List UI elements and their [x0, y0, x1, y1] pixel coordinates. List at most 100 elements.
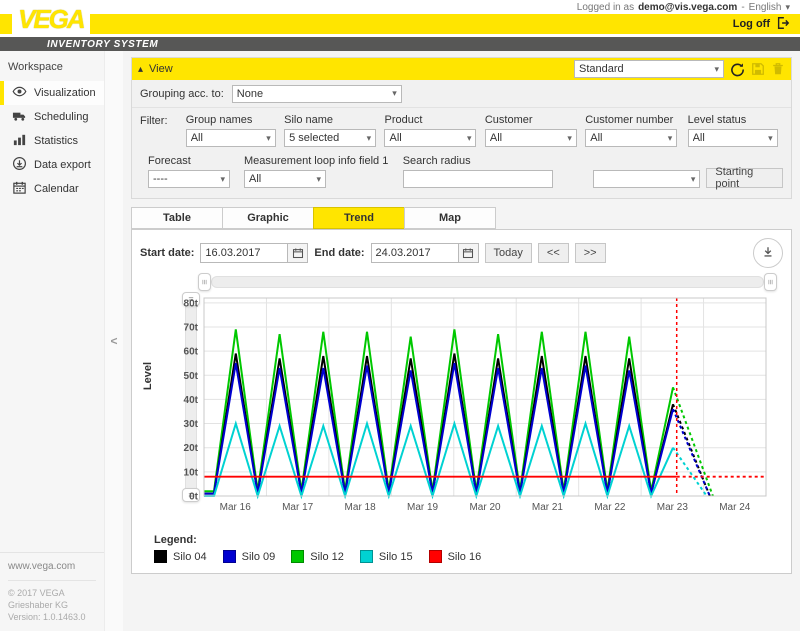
separator: - — [741, 2, 744, 13]
end-date-field — [371, 243, 479, 263]
legend-label: Silo 09 — [242, 551, 276, 563]
export-chart-button[interactable] — [753, 238, 783, 268]
legend-swatch — [360, 550, 373, 563]
save-view-icon[interactable] — [751, 62, 765, 76]
tab-table[interactable]: Table — [131, 207, 223, 229]
sidebar-item-data-export[interactable]: Data export — [0, 153, 104, 177]
sidebar-item-statistics[interactable]: Statistics — [0, 129, 104, 153]
grouping-row: Grouping acc. to: None — [132, 80, 791, 108]
svg-text:60t: 60t — [184, 347, 199, 358]
yellow-bar: Log off — [0, 14, 800, 34]
chevron-left-icon[interactable] — [110, 334, 117, 348]
sidebar-footer: www.vega.com © 2017 VEGA Grieshaber KG V… — [0, 552, 104, 631]
legend-item: Silo 04 — [154, 550, 207, 563]
date-toolbar: Start date: End date: Today << >> — [140, 238, 783, 268]
sidebar-item-calendar[interactable]: Calendar — [0, 177, 104, 201]
copyright-text: © 2017 VEGA Grieshaber KG — [8, 587, 96, 611]
svg-text:Mar 16: Mar 16 — [220, 502, 252, 513]
trend-panel: Start date: End date: Today << >> — [131, 229, 792, 574]
forecast-label: Forecast — [148, 155, 230, 167]
svg-text:50t: 50t — [184, 371, 199, 382]
customer-value: All — [490, 132, 563, 144]
prev-label: << — [547, 247, 560, 259]
radius-unit-select[interactable] — [593, 170, 701, 188]
time-range-left-handle[interactable] — [198, 273, 211, 291]
customer-number-label: Customer number — [585, 114, 687, 126]
product-value: All — [389, 132, 462, 144]
sidebar-collapse-strip[interactable] — [105, 51, 123, 631]
sidebar-item-label: Statistics — [34, 135, 78, 147]
time-range-track[interactable] — [211, 276, 764, 288]
svg-text:Mar 21: Mar 21 — [532, 502, 564, 513]
chart-legend: Legend: Silo 04Silo 09Silo 12Silo 15Silo… — [154, 534, 783, 563]
level-status-label: Level status — [688, 114, 783, 126]
tab-trend[interactable]: Trend — [313, 207, 405, 229]
svg-text:20t: 20t — [184, 443, 199, 454]
start-date-calendar-icon[interactable] — [288, 243, 308, 263]
reload-view-icon[interactable] — [730, 62, 745, 77]
start-date-field — [200, 243, 308, 263]
view-tabs: Table Graphic Trend Map — [131, 207, 792, 229]
legend-item: Silo 12 — [291, 550, 344, 563]
tab-graphic-label: Graphic — [247, 212, 289, 224]
next-period-button[interactable]: >> — [575, 243, 606, 263]
calendar-icon — [12, 180, 27, 198]
legend-label: Silo 15 — [379, 551, 413, 563]
svg-text:Mar 22: Mar 22 — [594, 502, 626, 513]
grouping-select[interactable]: None — [232, 85, 402, 103]
tab-graphic[interactable]: Graphic — [222, 207, 314, 229]
legend-swatch — [429, 550, 442, 563]
trend-chart: 0t10t20t30t40t50t60t70t80tMar 16Mar 17Ma… — [154, 294, 776, 520]
session-bar: Logged in as demo@vis.vega.com - English — [0, 0, 800, 14]
measurement-loop-select[interactable]: All — [244, 170, 326, 188]
silo-name-select[interactable]: 5 selected — [284, 129, 376, 147]
logout-icon[interactable] — [776, 16, 790, 33]
svg-text:Mar 20: Mar 20 — [469, 502, 501, 513]
group-names-select[interactable]: All — [186, 129, 276, 147]
view-panel-title: View — [149, 63, 173, 75]
filter-row-1: Filter: Group names All Silo name 5 sele… — [140, 114, 783, 147]
view-preset-value: Standard — [579, 63, 710, 75]
download-arrow-icon — [761, 245, 775, 262]
search-radius-input[interactable] — [403, 170, 553, 188]
legend-swatch — [291, 550, 304, 563]
customer-number-value: All — [590, 132, 663, 144]
today-button[interactable]: Today — [485, 243, 532, 263]
svg-text:Mar 18: Mar 18 — [345, 502, 377, 513]
legend-label: Silo 04 — [173, 551, 207, 563]
svg-text:Mar 19: Mar 19 — [407, 502, 439, 513]
y-axis-title: Level — [142, 362, 154, 390]
svg-text:0t: 0t — [189, 492, 199, 503]
svg-text:10t: 10t — [184, 467, 199, 478]
legend-item: Silo 09 — [223, 550, 276, 563]
customer-number-select[interactable]: All — [585, 129, 677, 147]
end-date-input[interactable] — [371, 243, 459, 263]
sidebar-item-label: Calendar — [34, 183, 79, 195]
sidebar-item-scheduling[interactable]: Scheduling — [0, 105, 104, 129]
search-radius-label: Search radius — [403, 155, 553, 167]
view-panel-header[interactable]: View Standard — [132, 58, 791, 80]
collapse-up-icon[interactable] — [138, 63, 143, 75]
forecast-select[interactable]: ---- — [148, 170, 230, 188]
logoff-button[interactable]: Log off — [733, 18, 770, 30]
product-label: Product — [384, 114, 484, 126]
legend-item: Silo 15 — [360, 550, 413, 563]
vega-website-link[interactable]: www.vega.com — [8, 561, 96, 572]
language-selector[interactable]: English — [749, 2, 782, 13]
tab-map[interactable]: Map — [404, 207, 496, 229]
prev-period-button[interactable]: << — [538, 243, 569, 263]
starting-point-button[interactable]: Starting point — [706, 168, 783, 188]
svg-text:30t: 30t — [184, 419, 199, 430]
start-date-input[interactable] — [200, 243, 288, 263]
time-range-right-handle[interactable] — [764, 273, 777, 291]
level-status-select[interactable]: All — [688, 129, 778, 147]
customer-select[interactable]: All — [485, 129, 577, 147]
product-select[interactable]: All — [384, 129, 476, 147]
silo-name-label: Silo name — [284, 114, 384, 126]
chevron-down-icon[interactable] — [785, 2, 790, 13]
end-date-calendar-icon[interactable] — [459, 243, 479, 263]
legend-label: Silo 12 — [310, 551, 344, 563]
sidebar-item-visualization[interactable]: Visualization — [0, 81, 104, 105]
delete-view-icon[interactable] — [771, 62, 785, 76]
view-preset-select[interactable]: Standard — [574, 60, 724, 78]
